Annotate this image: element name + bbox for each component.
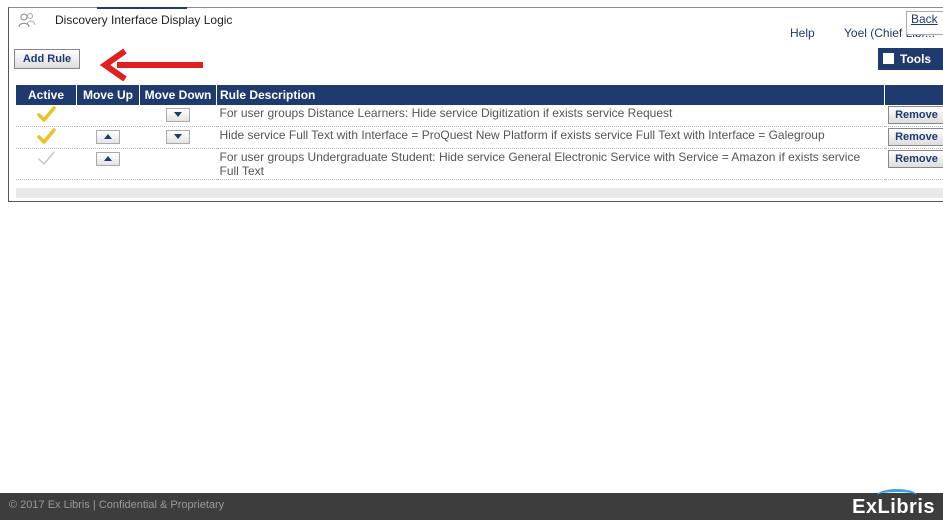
footer: © 2017 Ex Libris | Confidential & Propri… [0, 489, 943, 520]
rules-table: Active Move Up Move Down Rule Descriptio… [16, 85, 943, 180]
back-button[interactable]: Back [906, 11, 943, 35]
move-up-button[interactable] [96, 130, 120, 144]
table-row: For user groups Distance Learners: Hide … [16, 105, 943, 127]
chevron-up-icon [104, 134, 112, 139]
checkmark-icon[interactable] [36, 128, 56, 144]
cell-move-up [76, 126, 140, 149]
horizontal-scrollbar[interactable] [16, 188, 943, 198]
active-tab-indicator [97, 7, 187, 9]
cell-move-down [139, 148, 217, 180]
users-icon [18, 13, 36, 28]
cell-move-down [139, 105, 217, 127]
cell-actions: Remove [884, 126, 943, 149]
annotation-arrow-icon [99, 48, 203, 82]
chevron-up-icon [104, 156, 112, 161]
checkmark-icon[interactable] [36, 106, 56, 122]
move-up-button[interactable] [96, 152, 120, 166]
move-down-button[interactable] [166, 130, 190, 144]
move-down-button[interactable] [166, 108, 190, 122]
table-header-row: Active Move Up Move Down Rule Descriptio… [16, 85, 943, 105]
main-panel: Discovery Interface Display Logic Help Y… [8, 7, 943, 202]
chevron-down-icon [174, 134, 182, 139]
checkmark-icon[interactable] [36, 150, 56, 166]
col-header-rule-description[interactable]: Rule Description [216, 85, 885, 105]
copyright-text: © 2017 Ex Libris | Confidential & Propri… [9, 499, 225, 511]
col-header-active[interactable]: Active [16, 85, 77, 105]
help-link[interactable]: Help [790, 26, 815, 40]
cell-move-up [76, 105, 140, 127]
cell-actions: Remove [884, 105, 943, 127]
cell-active [16, 105, 77, 127]
cell-actions: Remove [884, 148, 943, 180]
remove-button[interactable]: Remove [887, 128, 943, 146]
cell-active [16, 148, 77, 180]
col-header-actions [884, 85, 943, 105]
cell-active [16, 126, 77, 149]
tools-icon [883, 53, 894, 64]
page-title: Discovery Interface Display Logic [55, 13, 233, 27]
remove-button[interactable]: Remove [887, 150, 943, 168]
exlibris-logo: ExLibris [852, 496, 935, 518]
rule-description: For user groups Undergraduate Student: H… [216, 148, 885, 180]
cell-move-up [76, 148, 140, 180]
remove-button[interactable]: Remove [887, 106, 943, 124]
tools-button[interactable]: Tools [878, 48, 943, 70]
col-header-move-down[interactable]: Move Down [139, 85, 217, 105]
back-link[interactable]: Back [911, 12, 938, 26]
rule-description: For user groups Distance Learners: Hide … [216, 105, 885, 127]
tools-label: Tools [900, 52, 932, 66]
col-header-move-up[interactable]: Move Up [76, 85, 140, 105]
table-row: For user groups Undergraduate Student: H… [16, 148, 943, 180]
rule-description: Hide service Full Text with Interface = … [216, 126, 885, 149]
cell-move-down [139, 126, 217, 149]
chevron-down-icon [174, 112, 182, 117]
add-rule-button[interactable]: Add Rule [14, 49, 80, 69]
table-row: Hide service Full Text with Interface = … [16, 126, 943, 149]
